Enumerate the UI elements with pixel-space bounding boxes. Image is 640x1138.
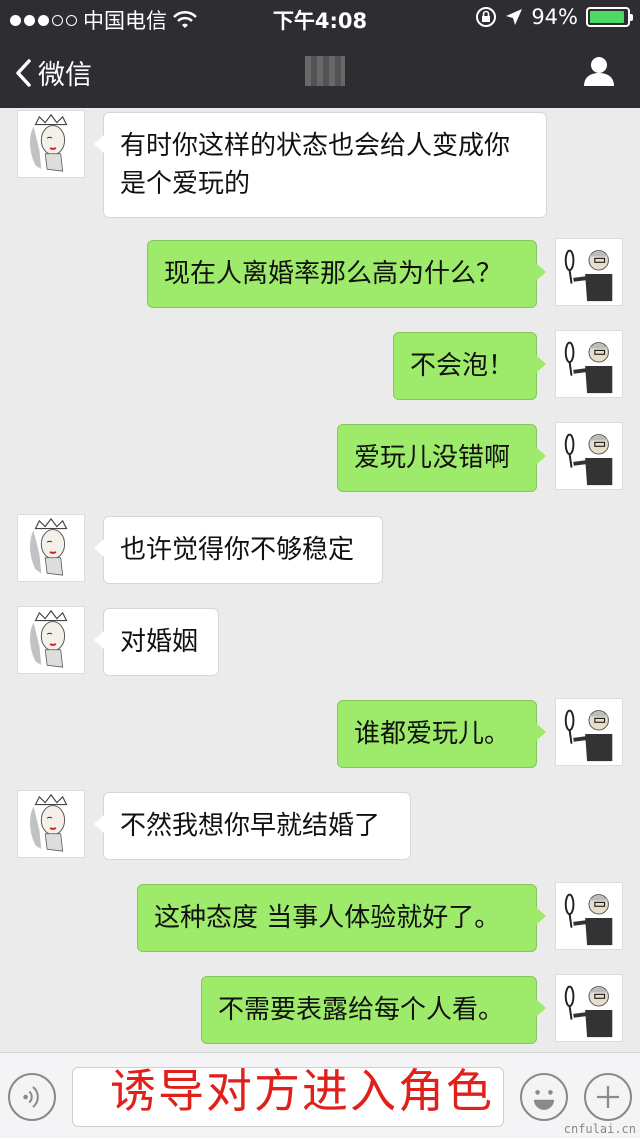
rotation-lock-icon <box>476 7 497 27</box>
emoji-icon[interactable] <box>520 1073 568 1121</box>
back-label: 微信 <box>38 60 92 91</box>
status-bar: 中国电信 下午4:08 94% <box>0 0 640 36</box>
my-avatar[interactable] <box>555 698 623 766</box>
message-bubble[interactable]: 对婚姻 <box>94 608 219 676</box>
my-avatar[interactable] <box>555 882 623 950</box>
message-bubble[interactable]: 也许觉得你不够稳定 <box>94 516 383 584</box>
contact-avatar[interactable] <box>17 606 85 674</box>
chat-area[interactable]: 有时你这样的状态也会给人变成你是个爱玩的 现在人离婚率那么高为什么？ 不会泡！ … <box>0 108 640 1052</box>
profile-icon[interactable] <box>582 54 616 88</box>
contact-avatar[interactable] <box>17 110 85 178</box>
message-bubble[interactable]: 这种态度 当事人体验就好了。 <box>137 884 546 952</box>
message-bubble[interactable]: 不然我想你早就结婚了 <box>94 792 411 860</box>
status-right: 94% <box>475 5 633 29</box>
more-plus-icon[interactable] <box>584 1073 632 1121</box>
contact-avatar[interactable] <box>17 790 85 858</box>
message-bubble[interactable]: 不会泡！ <box>393 332 546 400</box>
message-bubble[interactable]: 现在人离婚率那么高为什么？ <box>147 240 546 308</box>
watermark: cnfulai.cn <box>563 1122 636 1136</box>
chat-title-blurred <box>305 56 345 86</box>
location-arrow-icon <box>506 9 523 25</box>
message-bubble[interactable]: 有时你这样的状态也会给人变成你是个爱玩的 <box>94 112 547 218</box>
my-avatar[interactable] <box>555 974 623 1042</box>
my-avatar[interactable] <box>555 330 623 398</box>
message-bubble[interactable]: 爱玩儿没错啊 <box>337 424 546 492</box>
chevron-left-icon <box>16 58 31 87</box>
message-bubble[interactable]: 谁都爱玩儿。 <box>337 700 546 768</box>
nav-bar: 微信 <box>0 36 640 108</box>
my-avatar[interactable] <box>555 422 623 490</box>
overlay-caption: 诱导对方进入角色 <box>110 1064 494 1118</box>
battery-percent: 94% <box>531 5 578 29</box>
back-button[interactable]: 微信 <box>14 53 92 92</box>
my-avatar[interactable] <box>555 238 623 306</box>
battery-fill <box>590 11 624 23</box>
voice-input-icon[interactable] <box>8 1073 56 1121</box>
contact-avatar[interactable] <box>17 514 85 582</box>
message-bubble[interactable]: 不需要表露给每个人看。 <box>201 976 546 1044</box>
battery-icon <box>586 7 633 27</box>
